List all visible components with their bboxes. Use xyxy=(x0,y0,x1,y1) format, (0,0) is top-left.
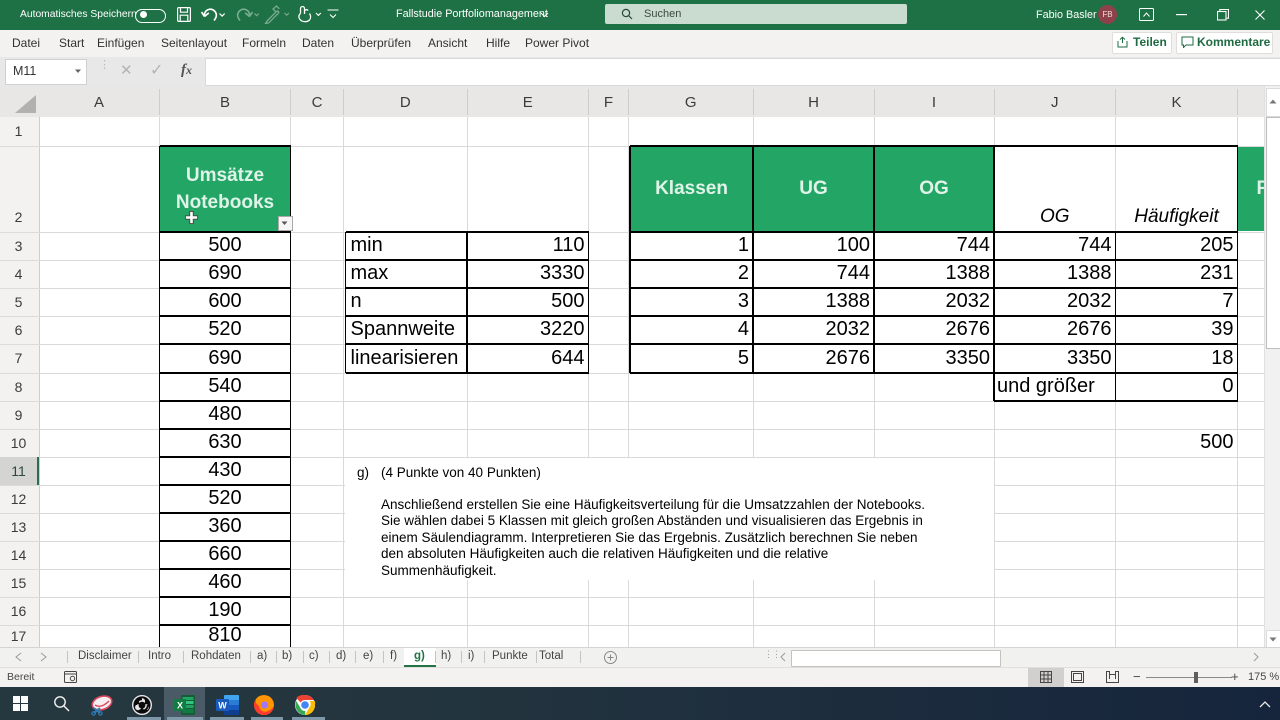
svg-text:W: W xyxy=(218,701,227,711)
svg-text:X: X xyxy=(177,701,183,711)
